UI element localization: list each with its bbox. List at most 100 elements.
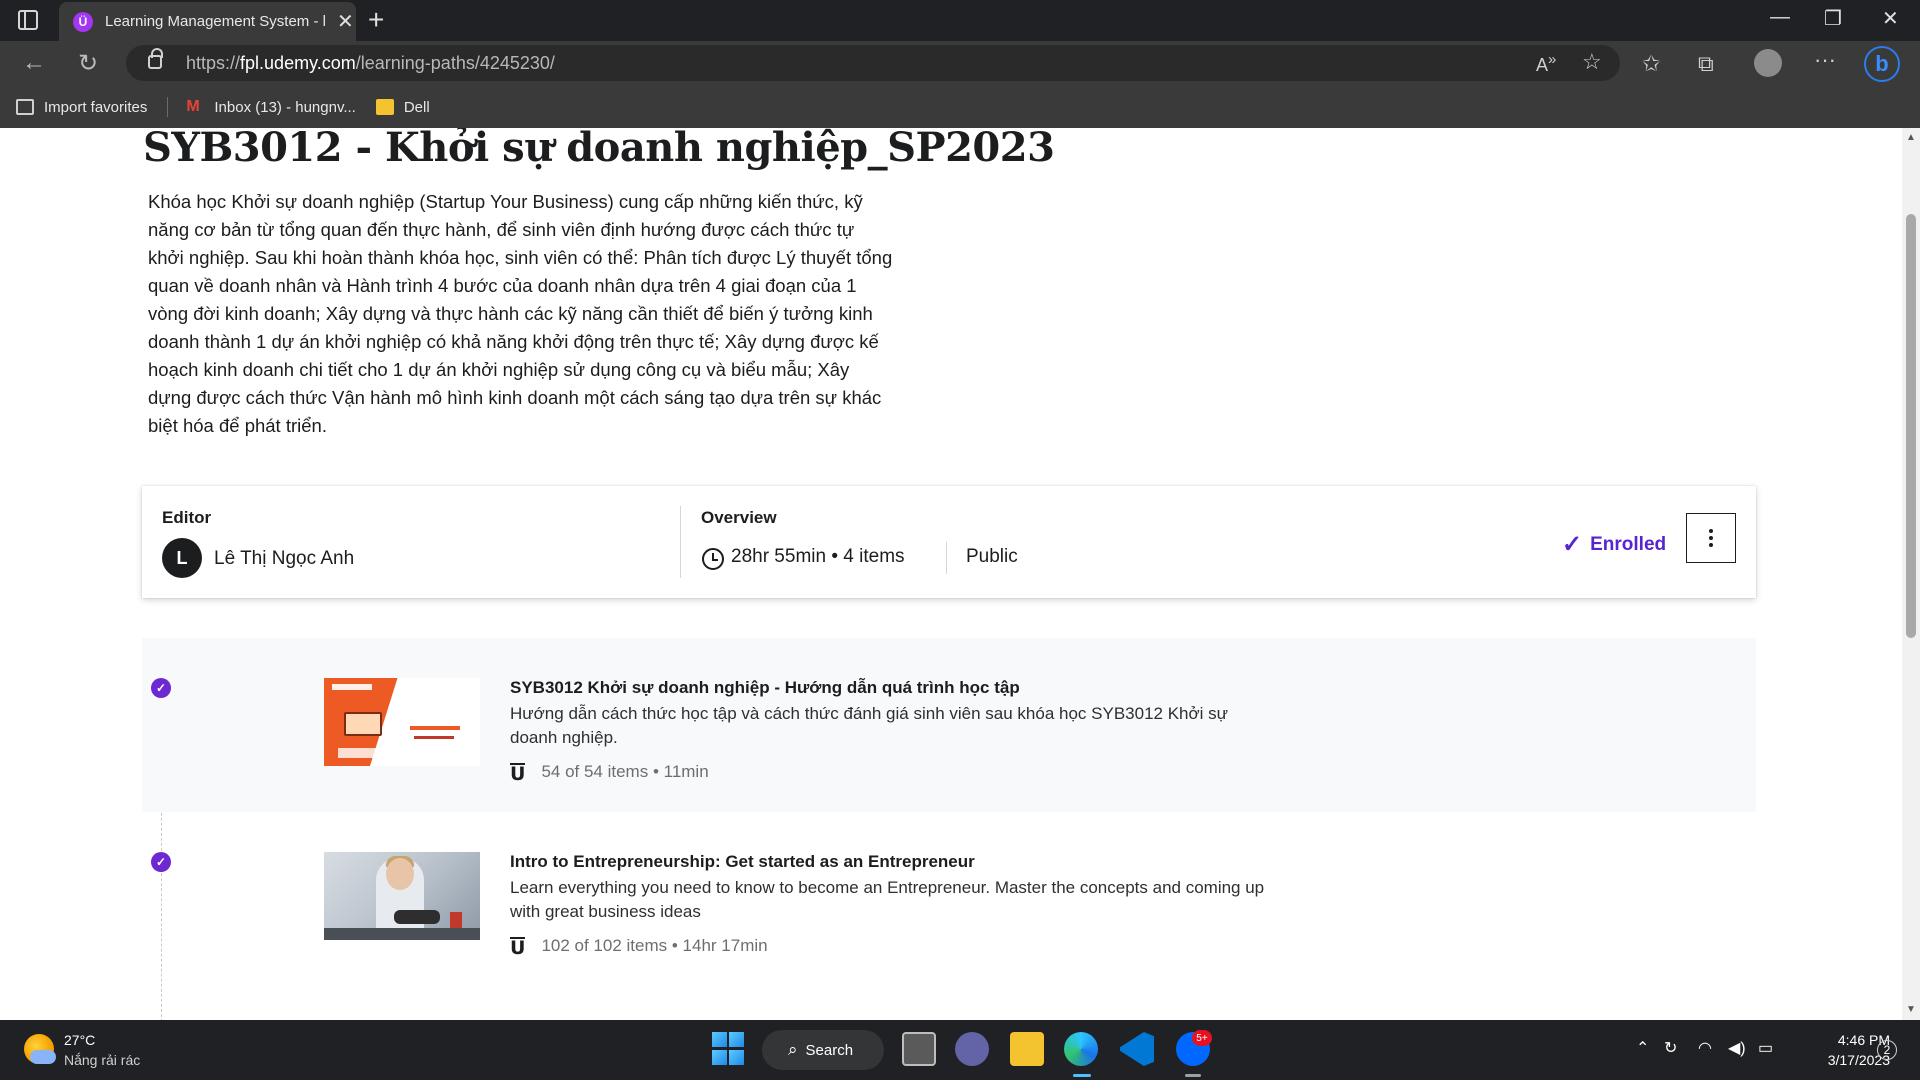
wifi-icon[interactable]: ◠ <box>1698 1038 1712 1058</box>
enrolled-button[interactable]: ✓ Enrolled <box>1562 530 1666 559</box>
course-thumbnail[interactable] <box>324 678 480 766</box>
thumbnail-text-bar <box>414 736 454 739</box>
item-meta: U 102 of 102 items • 14hr 17min <box>510 936 768 959</box>
win-logo-tile <box>729 1032 744 1047</box>
editor-label: Editor <box>162 508 212 527</box>
windows-start-icon[interactable] <box>712 1032 746 1066</box>
udemy-u-icon: U <box>510 762 526 785</box>
favorites-icon[interactable]: ✩ <box>1642 51 1660 77</box>
tab-actions-icon[interactable] <box>18 10 38 30</box>
edge-icon[interactable] <box>1064 1032 1098 1066</box>
browser-tab-bar: Ü Learning Management System - l ✕ + — ❐… <box>0 0 1920 41</box>
volume-icon[interactable]: ◀) <box>1728 1038 1746 1058</box>
import-icon <box>16 99 34 115</box>
page-scrollbar[interactable]: ▲ ▼ <box>1902 128 1920 1020</box>
overview-divider <box>946 542 947 574</box>
item-progress: 54 of 54 items <box>541 762 649 781</box>
item-duration: 14hr 17min <box>682 936 768 955</box>
item-count: 4 items <box>843 546 905 567</box>
weather-temperature[interactable]: 27°C <box>64 1032 95 1048</box>
task-view-icon[interactable] <box>902 1032 936 1066</box>
back-arrow-icon[interactable]: ← <box>22 49 46 77</box>
more-actions-button[interactable] <box>1686 513 1736 563</box>
add-favorite-icon[interactable]: ☆ <box>1582 49 1602 75</box>
address-toolbar: ← ↻ https://fpl.udemy.com/learning-paths… <box>0 41 1920 86</box>
taskbar-search[interactable]: ⌕ Search <box>762 1030 884 1070</box>
running-app-indicator <box>1185 1074 1201 1077</box>
file-explorer-icon[interactable] <box>1010 1032 1044 1066</box>
sync-icon[interactable]: ↻ <box>1664 1038 1677 1058</box>
scroll-down-icon[interactable]: ▼ <box>1906 1004 1916 1015</box>
dot-separator: • <box>648 762 664 781</box>
scroll-up-icon[interactable]: ▲ <box>1906 132 1916 143</box>
page-content: SYB3012 - Khởi sự doanh nghiệp_SP2023 Kh… <box>0 128 1902 1020</box>
total-duration: 28hr 55min <box>731 546 827 567</box>
win-logo-tile <box>712 1032 727 1047</box>
weather-description[interactable]: Nắng rải rác <box>64 1052 140 1068</box>
thumbnail-arm <box>394 910 440 924</box>
favorite-gmail[interactable]: M Inbox (13) - hungnv... <box>186 99 355 116</box>
favorites-divider <box>167 97 169 117</box>
thumbnail-head <box>386 858 414 890</box>
favorite-dell[interactable]: Dell <box>375 99 430 116</box>
scroll-thumb[interactable] <box>1906 214 1916 638</box>
enrolled-label: Enrolled <box>1590 533 1667 555</box>
visibility-label: Public <box>966 546 1018 567</box>
folder-icon <box>375 99 394 115</box>
thumbnail-table <box>324 928 480 940</box>
lock-icon[interactable] <box>148 48 163 69</box>
refresh-icon[interactable]: ↻ <box>78 49 98 78</box>
course-thumbnail[interactable] <box>324 852 480 940</box>
collections-icon[interactable]: ⧉ <box>1698 51 1714 77</box>
overview-label: Overview <box>701 508 777 527</box>
win-logo-tile <box>729 1050 744 1065</box>
item-title[interactable]: SYB3012 Khởi sự doanh nghiệp - Hướng dẫn… <box>510 678 1020 698</box>
taskbar-date[interactable]: 3/17/2023 <box>1800 1052 1890 1068</box>
notification-badge[interactable]: 2 <box>1877 1040 1897 1060</box>
url-text[interactable]: https://fpl.udemy.com/learning-paths/424… <box>186 53 555 74</box>
item-description: Hướng dẫn cách thức học tập và cách thức… <box>510 704 1229 747</box>
completed-check-icon: ✓ <box>151 852 171 872</box>
card-divider <box>680 506 681 578</box>
chevron-up-icon[interactable]: ⌃ <box>1636 1038 1649 1058</box>
completed-check-icon: ✓ <box>151 678 171 698</box>
clock-icon <box>702 548 724 570</box>
thumbnail-screen <box>344 712 382 736</box>
address-bar[interactable]: https://fpl.udemy.com/learning-paths/424… <box>126 45 1620 81</box>
battery-icon[interactable]: ▭ <box>1758 1038 1773 1058</box>
page-title: SYB3012 - Khởi sự doanh nghiệp_SP2023 <box>143 128 1055 171</box>
thumbnail-text-bar <box>410 726 460 730</box>
tab-close-icon[interactable]: ✕ <box>337 9 354 34</box>
bing-icon[interactable]: b <box>1864 46 1900 82</box>
vscode-icon[interactable] <box>1120 1032 1154 1066</box>
item-progress: 102 of 102 items <box>541 936 668 955</box>
dot-separator: • <box>667 936 683 955</box>
path-description: Khóa học Khởi sự doanh nghiệp (Startup Y… <box>148 191 893 436</box>
new-tab-icon[interactable]: + <box>368 4 384 36</box>
tab-title: Learning Management System - l <box>105 13 325 30</box>
chat-icon[interactable] <box>955 1032 989 1066</box>
udemy-favicon-icon: Ü <box>73 11 93 32</box>
favorite-import[interactable]: Import favorites <box>16 99 147 116</box>
minimize-icon[interactable]: — <box>1770 6 1790 29</box>
profile-avatar[interactable] <box>1754 49 1782 77</box>
gmail-icon: M <box>186 98 200 115</box>
search-label: Search <box>805 1041 854 1059</box>
path-item[interactable]: ✓ SYB3012 Khởi sự doanh nghiệp - Hướng d… <box>142 638 1756 812</box>
kebab-dot <box>1709 536 1713 540</box>
item-meta: U 54 of 54 items • 11min <box>510 762 709 785</box>
udemy-u-icon: U <box>510 936 526 959</box>
dot-separator: • <box>831 546 844 567</box>
restore-icon[interactable]: ❐ <box>1824 6 1842 31</box>
window-close-icon[interactable]: ✕ <box>1882 6 1899 31</box>
item-description: Learn everything you need to know to bec… <box>510 878 1265 921</box>
browser-tab-active[interactable]: Ü Learning Management System - l ✕ <box>59 2 356 41</box>
read-aloud-icon[interactable]: A» <box>1536 51 1556 76</box>
active-app-indicator <box>1073 1074 1091 1077</box>
favorites-bar: Import favorites M Inbox (13) - hungnv..… <box>0 86 1920 128</box>
search-icon: ⌕ <box>788 1040 798 1059</box>
item-title[interactable]: Intro to Entrepreneurship: Get started a… <box>510 852 975 872</box>
more-options-icon[interactable]: ··· <box>1814 47 1836 73</box>
path-item[interactable]: ✓ Intro to Entrepreneurship: Get started… <box>142 812 1756 986</box>
win-logo-tile <box>712 1050 727 1065</box>
